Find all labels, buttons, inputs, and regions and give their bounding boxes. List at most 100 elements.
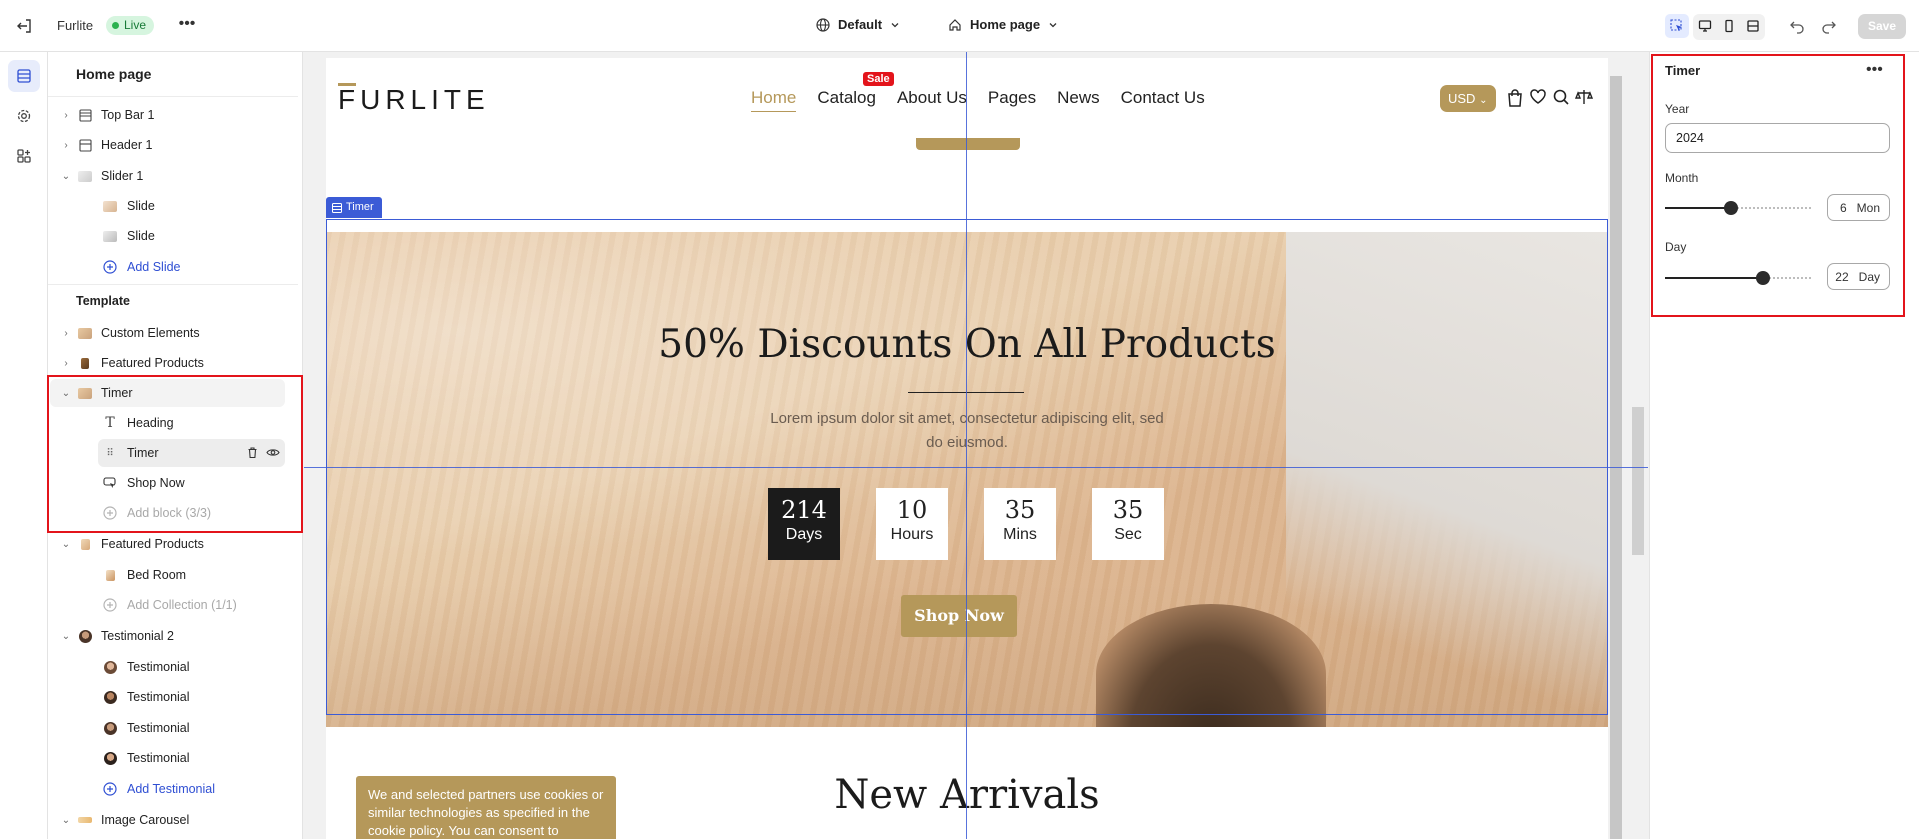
countdown-unit: Sec <box>1114 526 1142 543</box>
cursor-select-icon <box>1670 19 1682 31</box>
tree-item-slider[interactable]: ⌄ Slider 1 <box>48 162 293 190</box>
live-dot-icon <box>112 22 119 29</box>
tree-item-top-bar[interactable]: › Top Bar 1 <box>48 101 293 129</box>
undo-icon[interactable] <box>1786 15 1808 37</box>
apps-tab[interactable] <box>8 140 40 172</box>
sidebar-title: Home page <box>76 66 152 82</box>
main-nav: Home Catalog About Us Pages News Contact… <box>751 88 1205 112</box>
tree-item-testimonial[interactable]: Testimonial <box>48 683 293 711</box>
avatar <box>102 750 118 766</box>
save-button[interactable]: Save <box>1858 14 1906 39</box>
mobile-view-button[interactable] <box>1717 14 1741 38</box>
nav-link-home[interactable]: Home <box>751 88 797 112</box>
featured-products-thumbnail-icon <box>77 355 93 371</box>
previous-section-button <box>916 138 1020 150</box>
inspector-toggle[interactable] <box>1665 14 1689 38</box>
tree-item-label: Bed Room <box>127 568 187 582</box>
tree-item-testimonial[interactable]: Testimonial <box>48 653 293 681</box>
theme-selector[interactable]: Default <box>816 17 900 32</box>
tree-item-label: Testimonial <box>127 721 190 735</box>
add-slide-button[interactable]: Add Slide <box>48 253 293 281</box>
countdown-hours: 10 Hours <box>876 488 948 560</box>
tree-item-label: Add Testimonial <box>127 782 216 796</box>
sale-badge: Sale <box>863 72 894 86</box>
add-testimonial-button[interactable]: Add Testimonial <box>48 775 293 803</box>
heart-icon[interactable] <box>1529 88 1549 108</box>
testimonial-avatar-icon <box>77 628 93 644</box>
canvas-scrollbar[interactable] <box>1632 407 1644 555</box>
view-toolbar <box>1665 14 1767 40</box>
store-name: Furlite <box>57 18 94 33</box>
plus-circle-icon <box>102 597 118 613</box>
countdown-value: 10 <box>896 496 928 524</box>
nav-link-catalog[interactable]: Catalog <box>817 88 876 112</box>
chevron-right-icon[interactable]: › <box>60 140 72 151</box>
plus-circle-icon <box>102 259 118 275</box>
redo-icon[interactable] <box>1818 15 1840 37</box>
chevron-down-icon <box>891 22 899 27</box>
chevron-right-icon[interactable]: › <box>60 358 72 369</box>
avatar <box>102 689 118 705</box>
tree-item-testimonial-section[interactable]: ⌄ Testimonial 2 <box>48 622 293 650</box>
divider <box>48 284 298 285</box>
nav-link-news[interactable]: News <box>1057 88 1100 112</box>
highlight-box <box>47 375 303 533</box>
currency-selector[interactable]: USD ⌄ <box>1440 85 1496 112</box>
tree-item-label: Slider 1 <box>101 169 144 183</box>
selection-tag[interactable]: Timer <box>326 197 382 218</box>
desktop-view-button[interactable] <box>1693 14 1717 38</box>
slide-thumbnail-icon <box>102 198 118 214</box>
tree-item-testimonial[interactable]: Testimonial <box>48 714 293 742</box>
nav-link-contact[interactable]: Contact Us <box>1121 88 1205 112</box>
section-icon <box>332 202 342 213</box>
bag-icon[interactable] <box>1506 88 1526 108</box>
theme-settings-tab[interactable] <box>8 100 40 132</box>
chevron-down-icon[interactable]: ⌄ <box>60 631 72 642</box>
nav-link-about[interactable]: About Us <box>897 88 967 112</box>
site-logo[interactable]: FURLITE <box>338 84 490 116</box>
page-selector[interactable]: Home page <box>948 17 1058 32</box>
chevron-down-icon[interactable]: ⌄ <box>60 539 72 550</box>
custom-elements-thumbnail-icon <box>77 325 93 341</box>
selection-tag-label: Timer <box>346 201 374 213</box>
chevron-down-icon: ⌄ <box>1479 95 1488 106</box>
home-icon <box>949 18 961 31</box>
compare-icon[interactable] <box>1574 88 1595 108</box>
countdown-value: 35 <box>1004 496 1036 524</box>
tree-item-featured-products-2[interactable]: ⌄ Featured Products <box>48 530 293 558</box>
sections-tab[interactable] <box>8 60 40 92</box>
tree-item-featured-products[interactable]: › Featured Products <box>48 349 293 377</box>
hero-heading[interactable]: 50% Discounts On All Products <box>326 322 1608 367</box>
preview-scrollbar[interactable] <box>1610 76 1622 839</box>
chevron-right-icon[interactable]: › <box>60 110 72 121</box>
globe-icon <box>816 17 830 32</box>
hero-subtitle: Lorem ipsum dolor sit amet, consectetur … <box>770 410 1164 451</box>
tree-item-testimonial[interactable]: Testimonial <box>48 744 293 772</box>
currency-label: USD <box>1448 91 1476 106</box>
section-icon <box>77 107 93 123</box>
tree-item-image-carousel[interactable]: ⌄ Image Carousel <box>48 806 293 834</box>
chevron-down-icon[interactable]: ⌄ <box>60 815 72 826</box>
nav-link-pages[interactable]: Pages <box>988 88 1036 112</box>
tree-item-custom-elements[interactable]: › Custom Elements <box>48 319 293 347</box>
exit-icon[interactable] <box>14 15 36 37</box>
chevron-down-icon[interactable]: ⌄ <box>60 171 72 182</box>
tree-item-label: Testimonial <box>127 751 190 765</box>
fullwidth-view-button[interactable] <box>1741 14 1765 38</box>
tree-item-header[interactable]: › Header 1 <box>48 131 293 159</box>
highlight-box <box>1651 54 1905 317</box>
shop-now-button[interactable]: Shop Now <box>901 595 1017 637</box>
chevron-right-icon[interactable]: › <box>60 328 72 339</box>
tree-item-slide[interactable]: Slide <box>48 222 293 250</box>
tree-item-label: Testimonial <box>127 660 190 674</box>
fullwidth-icon <box>1747 20 1759 32</box>
search-icon[interactable] <box>1552 88 1572 108</box>
timer-section[interactable]: 50% Discounts On All Products Lorem ipsu… <box>326 232 1608 727</box>
avatar <box>102 659 118 675</box>
tree-item-bed-room[interactable]: Bed Room <box>48 561 293 589</box>
tree-item-slide[interactable]: Slide <box>48 192 293 220</box>
slide-thumbnail-icon <box>102 228 118 244</box>
countdown-value: 214 <box>781 496 827 524</box>
more-options-icon[interactable]: ••• <box>176 14 198 36</box>
header-icon <box>77 137 93 153</box>
